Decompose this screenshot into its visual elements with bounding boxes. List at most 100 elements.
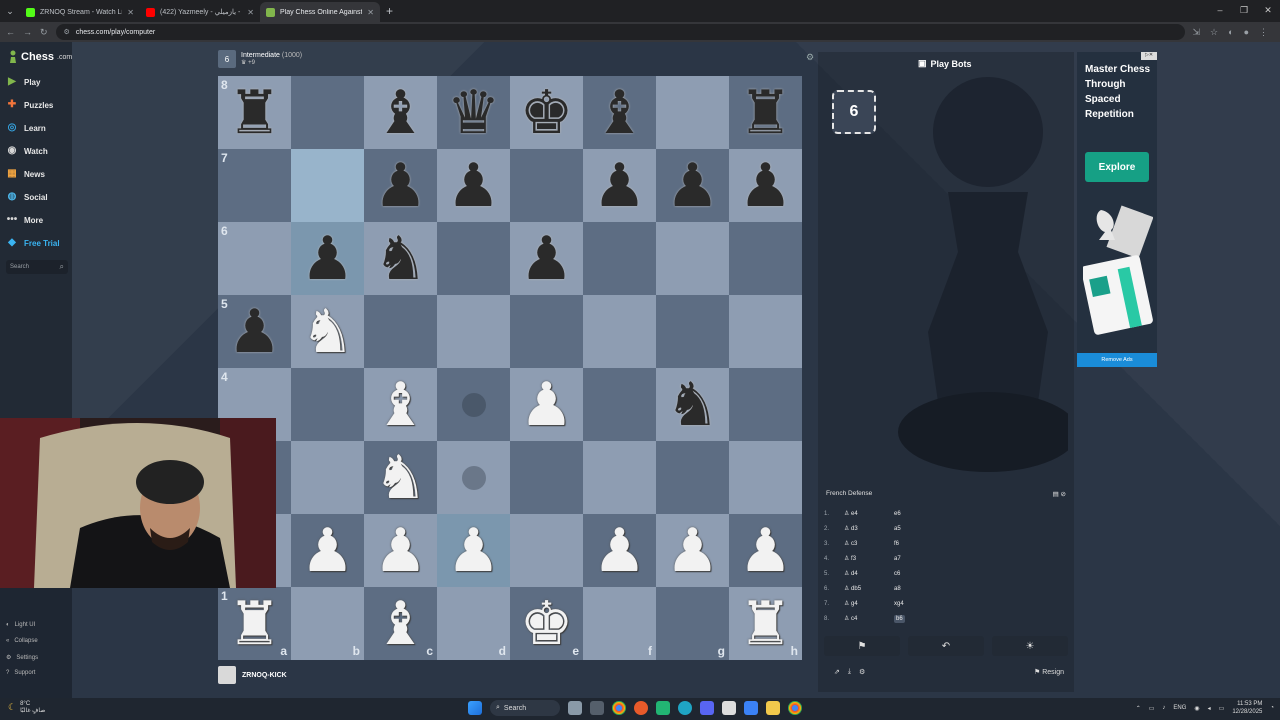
new-tab-button[interactable]: + [386,4,393,18]
black-pawn-icon[interactable]: ♟ [374,156,428,216]
sidebar-item-play[interactable]: ▶ Play [6,76,40,88]
square-f6[interactable] [583,222,656,295]
square-d4[interactable] [437,368,510,441]
black-rook-icon[interactable]: ♜ [739,83,793,143]
square-c6[interactable]: ♞ [364,222,437,295]
square-a6[interactable]: 6 [218,222,291,295]
black-move[interactable]: e6 [894,511,944,517]
chrome-active-icon[interactable] [788,701,802,715]
square-f4[interactable] [583,368,656,441]
square-b7[interactable] [291,149,364,222]
ad-choices-icon[interactable]: ▷✕ [1141,52,1157,60]
tab-close-icon[interactable]: ✕ [127,8,134,17]
white-pawn-icon[interactable]: ♟ [666,521,720,581]
chess-logo[interactable]: Chess .com [8,50,72,64]
square-h8[interactable]: ♜ [729,76,802,149]
white-move[interactable]: ♙ g4 [844,600,894,607]
square-c3[interactable]: ♞ [364,441,437,514]
app-icon[interactable] [656,701,670,715]
square-d2[interactable]: ♟ [437,514,510,587]
task-view-icon[interactable] [590,701,604,715]
white-move[interactable]: ♙ d4 [844,570,894,577]
black-move[interactable]: xg4 [894,601,944,607]
square-f1[interactable]: f [583,587,656,660]
legal-move-dot[interactable] [461,465,486,490]
black-move[interactable]: f6 [894,541,944,547]
clock-icon[interactable]: ⊘ [1061,491,1066,498]
square-d5[interactable] [437,295,510,368]
square-g2[interactable]: ♟ [656,514,729,587]
white-move[interactable]: ♙ f3 [844,555,894,562]
book-icon[interactable]: ▤ [1053,491,1059,498]
black-move[interactable]: a7 [894,556,944,562]
black-move[interactable]: b6 [894,614,944,623]
chess-board[interactable]: 8♜♝♛♚♝♜7♟♟♟♟♟6♟♞♟5♟♞4♝♟♞3♞2♟♟♟♟♟♟1a♜bc♝d… [218,76,802,660]
square-e7[interactable] [510,149,583,222]
square-c7[interactable]: ♟ [364,149,437,222]
browser-icon[interactable] [634,701,648,715]
square-d6[interactable] [437,222,510,295]
white-bishop-icon[interactable]: ♝ [374,375,428,435]
sidebar-item-more[interactable]: ••• More [6,214,43,226]
square-g8[interactable] [656,76,729,149]
square-f5[interactable] [583,295,656,368]
restore-icon[interactable]: ❐ [1232,0,1256,20]
white-rook-icon[interactable]: ♜ [739,594,793,654]
square-c2[interactable]: ♟ [364,514,437,587]
white-move[interactable]: ♙ c4 [844,615,894,622]
url-field[interactable]: ⚙ chess.com/play/computer [55,24,1185,40]
black-knight-icon[interactable]: ♞ [374,229,428,289]
square-h5[interactable] [729,295,802,368]
language-indicator[interactable]: ENG [1173,705,1186,711]
resign-button[interactable]: ⚑ Resign [1034,668,1064,676]
sidebar-item-free-trial[interactable]: ◆ Free Trial [6,237,59,249]
ad-banner[interactable]: ▷✕ Master Chess Through Spaced Repetitio… [1077,52,1157,367]
square-e8[interactable]: ♚ [510,76,583,149]
hint-button[interactable]: ☀ [992,636,1068,656]
start-icon[interactable] [468,701,482,715]
tab-search-icon[interactable]: ⌄ [0,6,20,17]
square-a7[interactable]: 7 [218,149,291,222]
black-pawn-icon[interactable]: ♟ [593,156,647,216]
white-knight-icon[interactable]: ♞ [301,302,355,362]
square-b4[interactable] [291,368,364,441]
taskbar-search[interactable]: ⌕ Search [490,700,560,716]
white-move[interactable]: ♙ d3 [844,525,894,532]
sidebar-bottom-settings[interactable]: ⚙ Settings [6,654,38,662]
white-pawn-icon[interactable]: ♟ [374,521,428,581]
chrome-icon[interactable] [612,701,626,715]
black-pawn-icon[interactable]: ♟ [739,156,793,216]
square-h4[interactable] [729,368,802,441]
edge-icon[interactable] [678,701,692,715]
square-c5[interactable] [364,295,437,368]
tray-expand-icon[interactable]: ⌃ [1136,705,1141,712]
square-f8[interactable]: ♝ [583,76,656,149]
browser-tab[interactable]: ZRNOQ Stream - Watch Live on ✕ [20,2,140,22]
explorer-icon[interactable] [766,701,780,715]
black-bishop-icon[interactable]: ♝ [374,83,428,143]
tab-close-icon[interactable]: ✕ [367,8,374,17]
widgets-icon[interactable] [568,701,582,715]
black-pawn-icon[interactable]: ♟ [228,302,282,362]
square-b3[interactable] [291,441,364,514]
square-b8[interactable] [291,76,364,149]
black-pawn-icon[interactable]: ♟ [301,229,355,289]
weather-widget[interactable]: ☾ 8°C صافٍ غالبًا [8,701,45,714]
sidebar-item-learn[interactable]: ◎ Learn [6,122,46,134]
browser-tab[interactable]: (422) Yazmeely - يازميلي - YouTube ✕ [140,2,260,22]
player-avatar[interactable] [218,666,236,684]
mic-icon[interactable]: ♪ [1162,705,1165,711]
square-e1[interactable]: e ♚ [510,587,583,660]
square-e6[interactable]: ♟ [510,222,583,295]
black-queen-icon[interactable]: ♛ [447,83,501,143]
square-e4[interactable]: ♟ [510,368,583,441]
clock[interactable]: 11:53 PM 12/28/2025 [1232,700,1262,716]
sidebar-bottom-collapse[interactable]: « Collapse [6,638,38,644]
volume-icon[interactable]: ◂ [1208,705,1211,712]
white-move[interactable]: ♙ e4 [844,510,894,517]
white-move[interactable]: ♙ db5 [844,585,894,592]
square-f2[interactable]: ♟ [583,514,656,587]
profile-avatar[interactable]: ● [1244,27,1249,38]
square-g5[interactable] [656,295,729,368]
square-b5[interactable]: ♞ [291,295,364,368]
